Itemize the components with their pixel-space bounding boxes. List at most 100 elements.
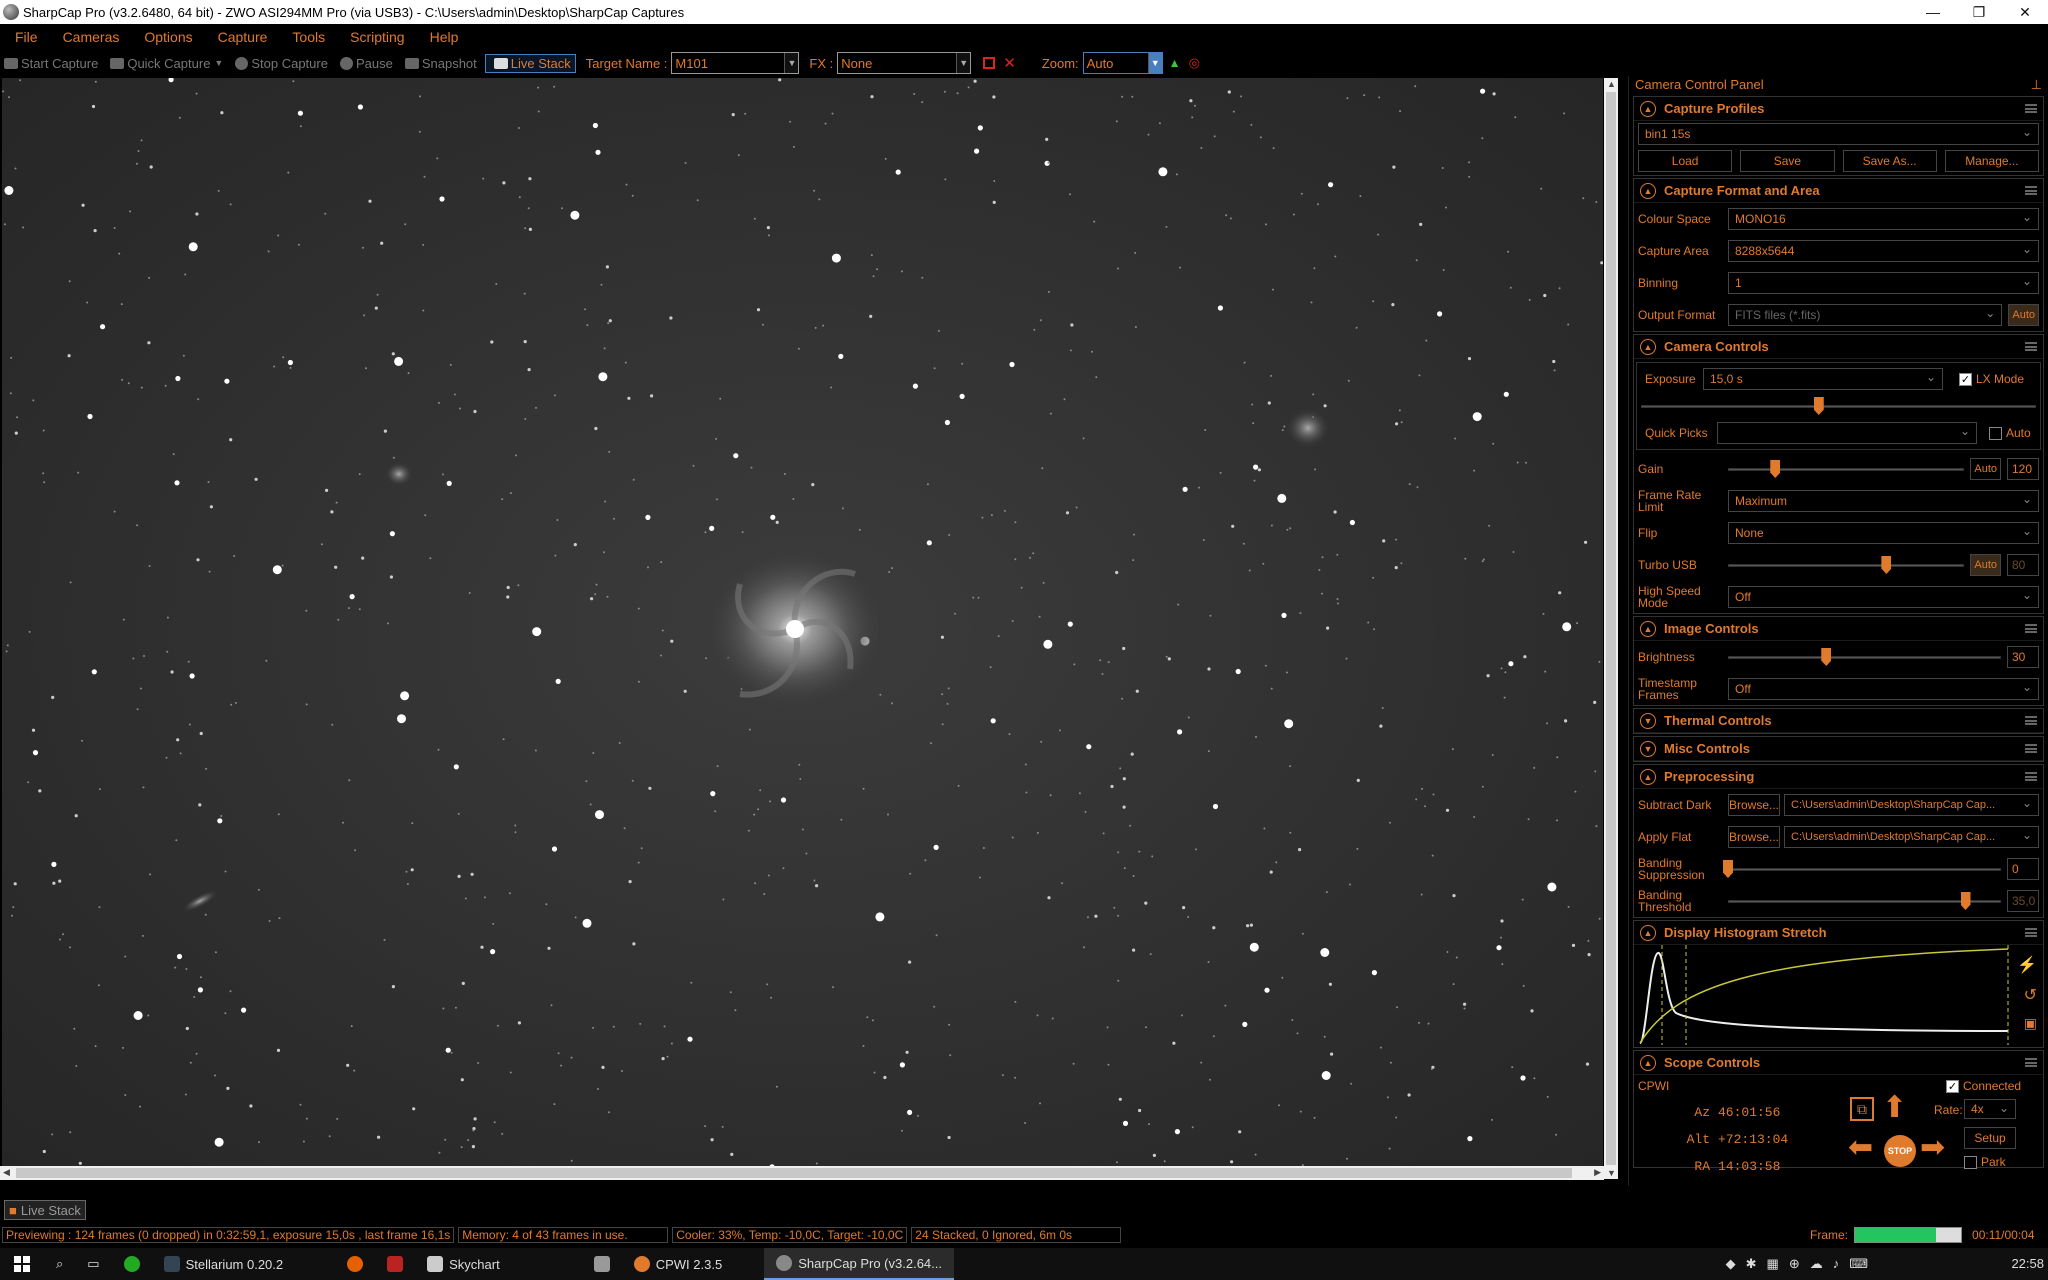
vertical-scrollbar[interactable]: ▲ ▼ (1604, 78, 1618, 1179)
save-profile-button[interactable]: Save (1740, 150, 1835, 172)
turbo-usb-input[interactable]: 80 (2007, 554, 2039, 576)
star-app-icon[interactable] (582, 1248, 622, 1280)
tray-app-icon[interactable]: ◆ (1726, 1256, 1736, 1272)
minimize-button[interactable]: — (1910, 0, 1956, 24)
menu-file[interactable]: File (0, 29, 48, 45)
chevron-up-icon[interactable]: ▲ (1640, 338, 1656, 355)
snapshot-button[interactable]: Snapshot (401, 56, 477, 71)
brightness-slider[interactable] (1728, 647, 2001, 667)
quick-picks-select[interactable] (1717, 422, 1977, 444)
tray-network-icon[interactable]: ▦ (1767, 1256, 1779, 1272)
zoom-target-icon[interactable]: ◎ (1189, 55, 1200, 71)
keyboard-icon[interactable]: ⌨ (1849, 1256, 1868, 1272)
scope-controls-header[interactable]: ▲ Scope Controls (1634, 1051, 2043, 1075)
arrow-left-icon[interactable]: ⬅ (1848, 1133, 1873, 1163)
stop-slew-button[interactable]: STOP (1884, 1135, 1916, 1167)
gain-auto-button[interactable]: Auto (1970, 458, 2001, 480)
flat-browse-button[interactable]: Browse... (1728, 826, 1780, 848)
timestamp-select[interactable]: Off (1728, 678, 2039, 700)
menu-options[interactable]: Options (129, 29, 202, 45)
output-format-auto-button[interactable]: Auto (2008, 304, 2039, 326)
onedrive-icon[interactable]: ☁ (1810, 1256, 1823, 1272)
scope-setup-button[interactable]: Setup (1964, 1127, 2016, 1149)
dark-file-select[interactable]: C:\Users\admin\Desktop\SharpCap Cap... (1784, 794, 2039, 816)
thermal-controls-header[interactable]: ▼ Thermal Controls (1634, 709, 2043, 733)
colour-space-select[interactable]: MONO16 (1728, 208, 2039, 230)
section-menu-icon[interactable] (2025, 186, 2037, 195)
green-app-icon[interactable] (112, 1248, 152, 1280)
asi-icon[interactable] (375, 1248, 415, 1280)
slew-mode-icon[interactable]: ⧉ (1850, 1097, 1874, 1121)
scroll-up-icon[interactable]: ▲ (1607, 79, 1616, 89)
gain-slider-knob[interactable] (1770, 460, 1781, 478)
profile-select[interactable]: bin1 15s (1638, 123, 2039, 145)
load-profile-button[interactable]: Load (1638, 150, 1733, 172)
histogram-header[interactable]: ▲ Display Histogram Stretch (1634, 921, 2043, 945)
taskbar-clock[interactable]: 22:58 (2011, 1256, 2044, 1271)
chevron-down-icon[interactable]: ▼ (214, 58, 223, 68)
menu-scripting[interactable]: Scripting (335, 29, 414, 45)
scroll-down-icon[interactable]: ▼ (1607, 1168, 1616, 1178)
start-capture-button[interactable]: Start Capture (0, 56, 98, 71)
target-name-combo[interactable]: M101 ▼ (671, 52, 800, 74)
flip-select[interactable]: None (1728, 522, 2039, 544)
quick-picks-auto-checkbox[interactable] (1989, 426, 2002, 440)
banding-suppression-input[interactable]: 0 (2007, 858, 2039, 880)
chevron-down-icon[interactable]: ▼ (956, 53, 971, 73)
close-button[interactable]: ✕ (2002, 0, 2048, 24)
stop-capture-button[interactable]: Stop Capture (231, 56, 328, 71)
firefox-icon[interactable] (335, 1248, 375, 1280)
scroll-left-icon[interactable]: ◀ (3, 1167, 10, 1178)
image-controls-header[interactable]: ▲ Image Controls (1634, 617, 2043, 641)
taskbar-skychart[interactable]: Skychart (415, 1248, 512, 1280)
auto-stretch-icon[interactable]: ⚡ (2017, 955, 2037, 975)
brightness-input[interactable]: 30 (2007, 646, 2039, 668)
volume-icon[interactable]: ♪ (1833, 1256, 1840, 1272)
horizontal-scroll-thumb[interactable] (16, 1168, 1572, 1178)
connected-checkbox[interactable]: ✓ (1946, 1079, 1959, 1093)
horizontal-scrollbar[interactable]: ◀ ▶ (0, 1166, 1604, 1180)
taskbar-sharpcap[interactable]: SharpCap Pro (v3.2.64... (764, 1248, 954, 1280)
park-checkbox[interactable] (1964, 1155, 1977, 1169)
gain-input[interactable]: 120 (2007, 458, 2039, 480)
section-menu-icon[interactable] (2025, 716, 2037, 725)
binning-select[interactable]: 1 (1728, 272, 2039, 294)
turbo-usb-slider-knob[interactable] (1881, 556, 1892, 574)
chevron-up-icon[interactable]: ▲ (1640, 768, 1656, 785)
live-image[interactable] (2, 78, 1603, 1179)
section-menu-icon[interactable] (2025, 744, 2037, 753)
live-stack-button[interactable]: Live Stack (484, 53, 576, 73)
save-icon[interactable]: ▣ (2024, 1015, 2037, 1032)
pause-button[interactable]: Pause (336, 56, 393, 71)
output-format-select[interactable]: FITS files (*.fits) (1728, 304, 2003, 326)
section-menu-icon[interactable] (2025, 342, 2037, 351)
exposure-input[interactable]: 15,0 s (1703, 368, 1943, 390)
chevron-down-icon[interactable]: ▼ (784, 53, 799, 73)
banding-suppression-slider[interactable] (1723, 859, 2001, 879)
capture-format-header[interactable]: ▲ Capture Format and Area (1634, 179, 2043, 203)
banding-threshold-knob[interactable] (1960, 892, 1971, 910)
selection-area-icon[interactable] (983, 57, 996, 69)
reset-icon[interactable]: ↺ (2024, 985, 2037, 1005)
menu-cameras[interactable]: Cameras (48, 29, 130, 45)
vertical-scroll-thumb[interactable] (1606, 92, 1616, 1165)
exposure-slider-knob[interactable] (1813, 397, 1824, 415)
chevron-up-icon[interactable]: ▲ (1640, 1054, 1656, 1071)
manage-profiles-button[interactable]: Manage... (1944, 150, 2039, 172)
gain-slider[interactable] (1728, 459, 1965, 479)
frame-rate-select[interactable]: Maximum (1728, 490, 2039, 512)
menu-tools[interactable]: Tools (277, 29, 335, 45)
save-as-profile-button[interactable]: Save As... (1842, 150, 1937, 172)
section-menu-icon[interactable] (2025, 772, 2037, 781)
capture-area-select[interactable]: 8288x5644 (1728, 240, 2039, 262)
zoom-combo[interactable]: Auto ▼ (1082, 52, 1163, 74)
turbo-usb-auto-button[interactable]: Auto (1970, 554, 2001, 576)
chevron-up-icon[interactable]: ▲ (1640, 620, 1656, 637)
taskbar-cpwi[interactable]: CPWI 2.3.5 (622, 1248, 734, 1280)
fx-combo[interactable]: None ▼ (837, 52, 972, 74)
taskbar-stellarium[interactable]: Stellarium 0.20.2 (152, 1248, 296, 1280)
section-menu-icon[interactable] (2025, 1058, 2037, 1067)
camera-controls-header[interactable]: ▲ Camera Controls (1634, 335, 2043, 359)
arrow-up-icon[interactable]: ⬆ (1882, 1093, 1907, 1123)
pin-icon[interactable]: ⊥ (2031, 76, 2042, 94)
